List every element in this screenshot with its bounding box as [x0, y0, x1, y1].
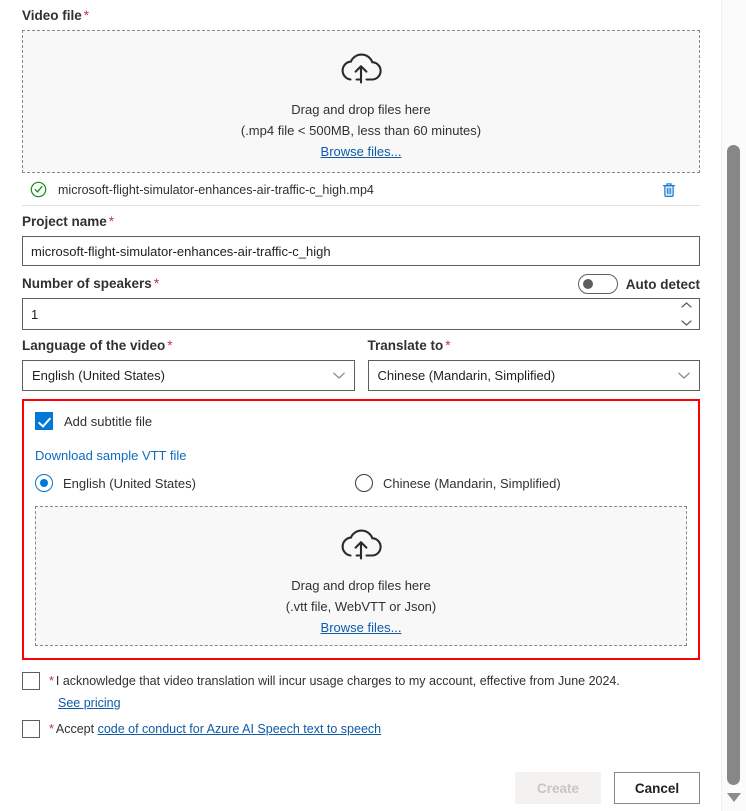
cancel-button[interactable]: Cancel: [614, 772, 700, 804]
success-check-icon: [30, 181, 47, 198]
add-subtitle-row[interactable]: Add subtitle file: [35, 410, 687, 432]
vertical-scrollbar[interactable]: [721, 0, 746, 811]
language-of-video-dropdown[interactable]: English (United States): [22, 360, 355, 391]
cloud-upload-icon: [341, 53, 382, 84]
speakers-label: Number of speakers *: [22, 276, 159, 292]
acknowledge-text-body: I acknowledge that video translation wil…: [55, 674, 620, 688]
add-subtitle-checkbox[interactable]: [35, 412, 53, 430]
chevron-down-icon: [678, 372, 690, 379]
auto-detect-label: Auto detect: [625, 276, 700, 292]
create-button[interactable]: Create: [515, 772, 601, 804]
subtitle-language-radio-group: English (United States) Chinese (Mandari…: [35, 474, 687, 492]
consent-section: * I acknowledge that video translation wi…: [22, 671, 700, 739]
scrollbar-thumb[interactable]: [727, 145, 740, 785]
uploaded-file-row: microsoft-flight-simulator-enhances-air-…: [22, 174, 700, 206]
project-name-input[interactable]: [22, 236, 700, 266]
chevron-up-icon[interactable]: [680, 301, 693, 310]
project-name-required-marker: *: [108, 214, 115, 229]
code-of-conduct-link[interactable]: code of conduct for Azure AI Speech text…: [98, 722, 382, 736]
speakers-stepper-arrows: [678, 301, 694, 327]
auto-detect-toggle-knob: [582, 279, 593, 289]
auto-detect-toggle[interactable]: [577, 274, 618, 294]
subtitle-browse-files-link[interactable]: Browse files...: [321, 617, 402, 638]
translate-to-dropdown[interactable]: Chinese (Mandarin, Simplified): [367, 360, 700, 391]
accept-code-of-conduct-checkbox[interactable]: [22, 720, 40, 738]
video-file-label-text: Video file: [22, 8, 82, 23]
acknowledge-text: * I acknowledge that video translation wi…: [49, 671, 620, 691]
subtitle-dropzone-line2: (.vtt file, WebVTT or Json): [285, 599, 437, 614]
radio-chinese-mandarin-simplified[interactable]: Chinese (Mandarin, Simplified): [354, 474, 561, 492]
form-body: Video file * Drag and drop files here (.m…: [22, 0, 700, 804]
video-file-label: Video file *: [22, 0, 700, 30]
translate-to-label: Translate to *: [368, 330, 701, 360]
subtitle-dropzone-line1: Drag and drop files here: [291, 578, 431, 593]
scrollbar-down-arrow-icon[interactable]: [727, 793, 741, 802]
speakers-required-marker: *: [153, 276, 160, 291]
acknowledge-row: * I acknowledge that video translation wi…: [22, 671, 700, 691]
speakers-stepper: [22, 298, 700, 330]
radio-english-label: English (United States): [63, 475, 196, 491]
video-dropzone[interactable]: Drag and drop files here (.mp4 file < 50…: [22, 30, 700, 173]
trash-icon[interactable]: [660, 181, 678, 199]
see-pricing-link[interactable]: See pricing: [58, 696, 121, 710]
translate-to-required-marker: *: [445, 338, 451, 353]
speakers-label-row: Number of speakers * Auto detect: [22, 266, 700, 298]
language-of-video-label-text: Language of the video: [22, 338, 166, 353]
auto-detect-group: Auto detect: [577, 274, 700, 294]
radio-english-indicator: [35, 474, 53, 492]
radio-english-united-states[interactable]: English (United States): [35, 474, 196, 492]
chevron-down-icon: [332, 372, 345, 379]
acknowledge-required-marker: *: [49, 674, 54, 688]
language-of-video-col: Language of the video * English (United S…: [22, 330, 355, 391]
accept-prefix: Accept: [55, 722, 95, 736]
form-footer: Create Cancel: [22, 772, 700, 804]
download-sample-vtt-link[interactable]: Download sample VTT file: [35, 448, 187, 463]
translate-to-col: Translate to * Chinese (Mandarin, Simplif…: [367, 330, 701, 391]
video-translation-form-panel: Video file * Drag and drop files here (.m…: [0, 0, 722, 811]
language-of-video-label: Language of the video *: [22, 330, 355, 360]
cloud-upload-icon: [341, 529, 382, 560]
project-name-label-text: Project name: [22, 214, 107, 229]
video-file-required-marker: *: [83, 8, 90, 23]
chevron-down-icon[interactable]: [680, 318, 693, 327]
subtitle-dropzone[interactable]: Drag and drop files here (.vtt file, Web…: [35, 506, 687, 646]
uploaded-file-name: microsoft-flight-simulator-enhances-air-…: [58, 182, 374, 197]
translate-to-label-text: Translate to: [367, 338, 444, 353]
language-of-video-value: English (United States): [32, 368, 165, 383]
radio-chinese-indicator: [354, 474, 373, 492]
add-subtitle-label: Add subtitle file: [64, 413, 153, 429]
speakers-label-text: Number of speakers: [22, 276, 152, 291]
accept-text: * Accept code of conduct for Azure AI Spe…: [49, 719, 381, 739]
speakers-input[interactable]: [22, 298, 700, 330]
video-dropzone-line2: (.mp4 file < 500MB, less than 60 minutes…: [240, 123, 482, 138]
video-browse-files-link[interactable]: Browse files...: [321, 141, 402, 162]
translate-to-value: Chinese (Mandarin, Simplified): [377, 368, 556, 383]
project-name-label: Project name *: [22, 206, 700, 236]
language-row-labels: Language of the video * English (United S…: [22, 330, 700, 391]
accept-required-marker: *: [49, 722, 54, 736]
radio-chinese-label: Chinese (Mandarin, Simplified): [382, 475, 561, 491]
accept-code-of-conduct-row: * Accept code of conduct for Azure AI Spe…: [22, 719, 700, 739]
language-of-video-required-marker: *: [167, 338, 173, 353]
subtitle-section-highlight: Add subtitle file Download sample VTT fi…: [22, 399, 700, 660]
video-dropzone-line1: Drag and drop files here: [291, 102, 431, 117]
acknowledge-checkbox[interactable]: [22, 672, 40, 690]
